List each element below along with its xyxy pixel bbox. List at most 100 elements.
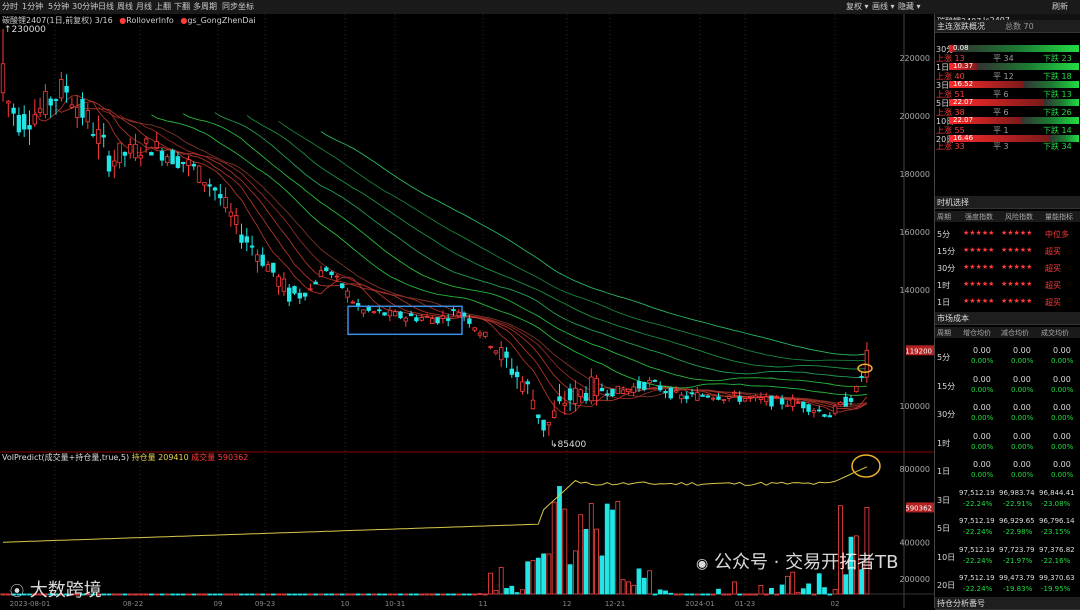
timing-row: 30分 ★★★★★ ★★★★★ 超买 bbox=[935, 260, 1080, 275]
period-5min[interactable]: 5分钟 bbox=[48, 1, 69, 12]
timing-row: 5分 ★★★★★ ★★★★★ 中位多 bbox=[935, 226, 1080, 241]
candle-body bbox=[488, 346, 493, 348]
kline-chart[interactable]: 220000 200000 180000 160000 140000 100000 1192… bbox=[0, 14, 934, 608]
volume-bar bbox=[286, 593, 292, 596]
volume-bar bbox=[721, 593, 727, 596]
candle-body bbox=[387, 309, 393, 317]
volume-bar bbox=[249, 593, 255, 596]
cost-reduce-pct: -22.98% bbox=[1003, 528, 1033, 536]
breadth-header[interactable]: 主连涨跌概况 总数 70 bbox=[935, 20, 1080, 33]
candle-body bbox=[562, 402, 567, 406]
watermark-logo: ⦿ 大数跨境 bbox=[10, 580, 102, 601]
candle-body bbox=[122, 151, 128, 156]
cost-trade-avg: 0.00 bbox=[1053, 460, 1071, 469]
candle-body bbox=[233, 215, 239, 225]
candle-body bbox=[339, 283, 345, 289]
period-day[interactable]: 日线 bbox=[98, 1, 114, 12]
period-1min[interactable]: 1分钟 bbox=[22, 1, 43, 12]
cost-reduce-pct: -19.83% bbox=[1003, 585, 1033, 593]
price-axis-label: 160000 bbox=[899, 228, 930, 237]
right-info-panel: 碳酸锂2407 lc2407 主连涨跌概况 总数 70 30分0.08上涨 13… bbox=[934, 14, 1080, 610]
candle-body bbox=[440, 315, 446, 319]
page-down-button[interactable]: 下翻 bbox=[174, 1, 190, 12]
draw-dropdown[interactable]: 画线 ▾ bbox=[872, 1, 895, 12]
volume-bar bbox=[705, 593, 711, 596]
cost-add-pct: -22.24% bbox=[963, 499, 993, 508]
volume-bar bbox=[159, 593, 165, 596]
cost-add-avg: 97,512.19 bbox=[959, 517, 995, 525]
page-up-button[interactable]: 上翻 bbox=[155, 1, 171, 12]
candle-body bbox=[769, 395, 774, 407]
breadth-row: 上涨 38 平 6 下跌 26 10日 22.07 bbox=[935, 107, 1080, 126]
candle-body bbox=[69, 104, 75, 108]
breadth-bar: 22.07 bbox=[949, 116, 1079, 124]
volume-bar bbox=[382, 593, 388, 596]
cost-add-avg: 0.00 bbox=[973, 460, 991, 469]
adjust-dropdown[interactable]: 复权 ▾ bbox=[846, 1, 869, 12]
candle-body bbox=[626, 388, 631, 392]
volume-bar bbox=[477, 593, 483, 595]
volume-bar bbox=[546, 553, 552, 595]
candle-body bbox=[541, 419, 546, 431]
candle-body bbox=[377, 309, 382, 312]
candle-body bbox=[785, 404, 790, 407]
volume-bar bbox=[207, 593, 213, 596]
risk-stars: ★★★★★ bbox=[1001, 263, 1033, 271]
volume-bar bbox=[668, 592, 674, 595]
candle-body bbox=[392, 311, 398, 317]
strength-stars: ★★★★★ bbox=[963, 263, 995, 271]
volume-bar bbox=[779, 584, 785, 595]
cost-add-pct: 0.00% bbox=[971, 357, 994, 365]
breadth-down: 下跌 34 bbox=[1043, 142, 1072, 151]
volume-bar bbox=[641, 577, 647, 595]
volume-bar bbox=[520, 589, 525, 595]
candle-body bbox=[165, 156, 170, 164]
period-week[interactable]: 周线 bbox=[117, 1, 133, 12]
volume-bar bbox=[244, 593, 250, 596]
volume-bar bbox=[758, 585, 764, 595]
breadth-bar-value: 22.07 bbox=[953, 98, 974, 106]
candle-body bbox=[313, 281, 318, 285]
timing-period: 1日 bbox=[937, 298, 951, 307]
candle-body bbox=[64, 85, 69, 93]
period-30min[interactable]: 30分钟 bbox=[72, 1, 98, 12]
period-tick[interactable]: 分时 bbox=[2, 1, 18, 12]
candle-body bbox=[753, 395, 758, 398]
refresh-button[interactable]: 刷新 bbox=[1052, 1, 1068, 12]
strength-stars: ★★★★★ bbox=[963, 297, 995, 305]
cost-add-pct: 0.00% bbox=[971, 471, 994, 479]
volume-bar bbox=[652, 593, 658, 596]
candle-body bbox=[483, 331, 488, 337]
candle-body bbox=[202, 182, 207, 186]
position-analysis-header[interactable]: 持仓分析番号 bbox=[935, 597, 1080, 610]
sync-axis-button[interactable]: 同步坐标 bbox=[222, 1, 254, 12]
date-label: 09-23 bbox=[255, 600, 275, 608]
cost-columns: 周期 增仓均价 减仓均价 成交均价 bbox=[935, 327, 1080, 338]
timing-header[interactable]: 时机选择 bbox=[935, 196, 1080, 209]
breadth-bar-value: 10.37 bbox=[953, 62, 974, 70]
cost-reduce-pct: 0.00% bbox=[1011, 357, 1034, 365]
volume-bar bbox=[175, 593, 181, 596]
candle-body bbox=[244, 236, 249, 243]
strength-stars: ★★★★★ bbox=[963, 246, 995, 254]
cost-row: 30分 0.00 0.00 0.00 0.00% 0.00% 0.00% bbox=[935, 399, 1080, 427]
cost-add-avg: 0.00 bbox=[973, 403, 991, 412]
cost-trade-pct: 0.00% bbox=[1051, 385, 1074, 394]
volume-bar bbox=[615, 501, 621, 595]
multi-period-button[interactable]: 多周期 bbox=[193, 1, 217, 12]
cost-reduce-avg: 0.00 bbox=[1013, 403, 1031, 412]
cost-reduce-pct: 0.00% bbox=[1011, 414, 1034, 422]
volume-bar bbox=[201, 593, 207, 596]
candle-body bbox=[424, 316, 430, 318]
cost-row: 5分 0.00 0.00 0.00 0.00% 0.00% 0.00% bbox=[935, 342, 1080, 370]
cost-period: 30分 bbox=[937, 410, 956, 419]
candle-body bbox=[822, 414, 827, 417]
volume-bar bbox=[313, 593, 319, 596]
period-month[interactable]: 月线 bbox=[136, 1, 152, 12]
candle-body bbox=[398, 311, 403, 319]
hide-dropdown[interactable]: 隐藏 ▾ bbox=[898, 1, 921, 12]
candle-body bbox=[827, 415, 832, 418]
candle-body bbox=[620, 389, 626, 394]
cost-header[interactable]: 市场成本 bbox=[935, 312, 1080, 325]
cost-reduce-avg: 0.00 bbox=[1013, 374, 1031, 384]
